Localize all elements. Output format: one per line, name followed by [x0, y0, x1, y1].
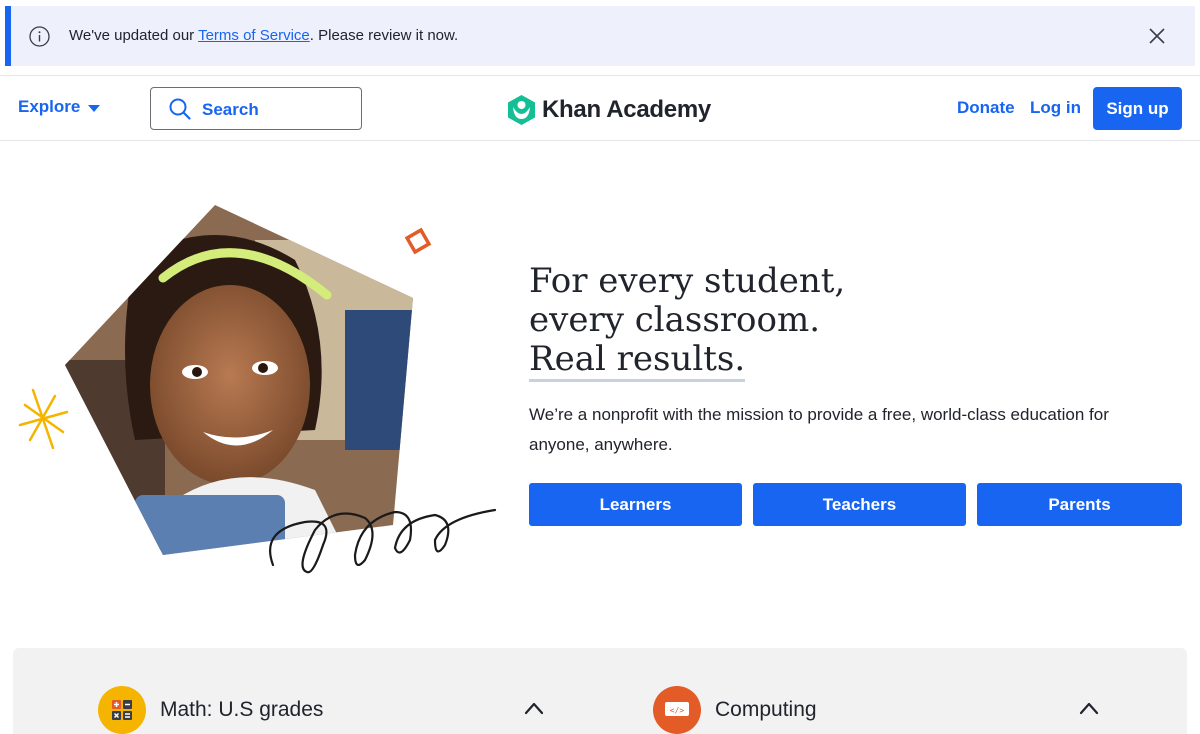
logo-hexagon-icon	[508, 95, 535, 125]
subjects-panel: Math: U.S grades </> Computing	[13, 648, 1187, 734]
hero-illustration	[18, 205, 497, 574]
logo-text: Khan Academy	[542, 96, 711, 123]
teachers-button[interactable]: Teachers	[753, 483, 966, 526]
parents-button[interactable]: Parents	[977, 483, 1182, 526]
search-icon	[169, 98, 191, 120]
hero-headline: For every student, every classroom. Real…	[529, 262, 845, 382]
signup-button[interactable]: Sign up	[1093, 87, 1182, 130]
search-input[interactable]: Search	[150, 87, 362, 130]
terms-of-service-link[interactable]: Terms of Service	[198, 27, 310, 44]
subject-math[interactable]: Math: U.S grades	[98, 686, 323, 734]
donate-link[interactable]: Donate	[957, 98, 1015, 118]
chevron-up-icon[interactable]	[1079, 701, 1099, 715]
caret-down-icon	[88, 104, 101, 112]
calculator-icon	[98, 686, 146, 734]
sparkle-icon	[18, 388, 69, 450]
headline-line-1: For every student,	[529, 261, 846, 301]
banner-message: We've updated our Terms of Service. Plea…	[69, 27, 458, 44]
subject-label-computing: Computing	[715, 698, 817, 721]
subject-computing[interactable]: </> Computing	[653, 686, 817, 734]
banner-text-suffix: . Please review it now.	[309, 27, 459, 44]
explore-menu-button[interactable]: Explore	[18, 97, 101, 117]
login-link[interactable]: Log in	[1030, 98, 1081, 118]
headline-line-3: Real results.	[529, 340, 746, 382]
site-header: Explore Search Khan Academy Donate Log i…	[0, 75, 1200, 141]
explore-label: Explore	[18, 97, 81, 116]
svg-text:</>: </>	[670, 706, 685, 715]
khan-academy-logo[interactable]: Khan Academy	[507, 94, 711, 126]
code-icon: </>	[653, 686, 701, 734]
search-placeholder: Search	[202, 100, 259, 119]
hero-subtext: We’re a nonprofit with the mission to pr…	[529, 405, 1109, 454]
notification-banner: We've updated our Terms of Service. Plea…	[5, 6, 1195, 66]
headline-line-2: every classroom.	[529, 300, 821, 340]
chevron-up-icon[interactable]	[524, 701, 544, 715]
info-icon	[29, 26, 50, 47]
learners-button[interactable]: Learners	[529, 483, 742, 526]
student-photo	[65, 205, 413, 555]
orange-square-shape	[404, 227, 432, 255]
banner-text-prefix: We've updated our	[69, 27, 199, 44]
close-icon[interactable]	[1147, 26, 1167, 46]
subject-label-math: Math: U.S grades	[160, 698, 324, 721]
